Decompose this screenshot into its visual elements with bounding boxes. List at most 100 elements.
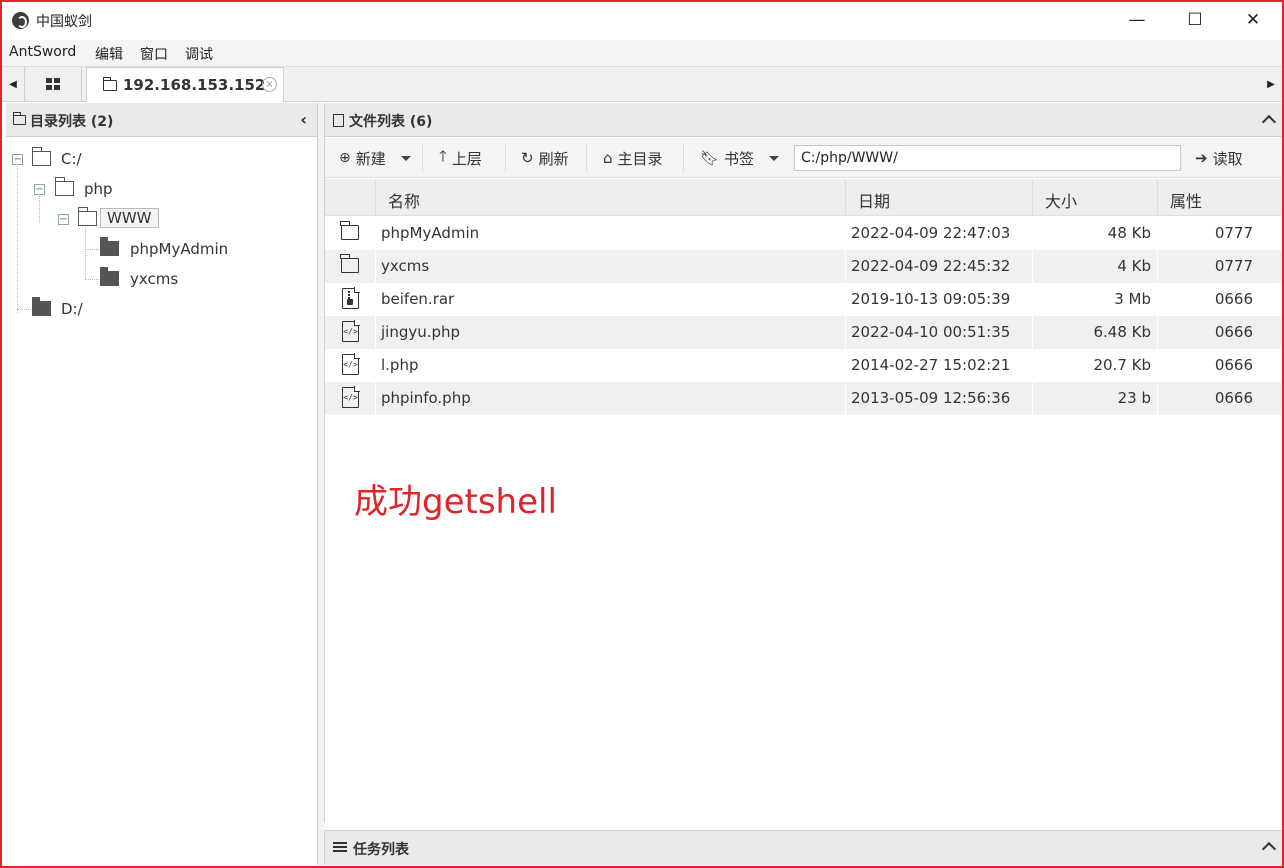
archive-file-icon xyxy=(342,287,360,309)
file-name: jingyu.php xyxy=(381,323,461,341)
file-list-panel: 文件列表 (6) ⊕ 新建 🡑 上层 ↻ 刷新 ⌂ 主目录 🔖︎ 书签 C:/p… xyxy=(324,103,1282,823)
annotation-text: 成功getshell xyxy=(354,482,557,522)
file-name: phpMyAdmin xyxy=(381,224,480,242)
arrow-up-icon: 🡑 xyxy=(439,146,447,165)
dashboard-icon xyxy=(46,78,60,90)
tab-label: 192.168.153.152 xyxy=(123,76,266,94)
refresh-button[interactable]: ↻ 刷新 xyxy=(521,146,569,170)
collapse-file-panel-icon[interactable] xyxy=(1261,114,1277,130)
folder-icon xyxy=(78,207,97,226)
read-button[interactable]: ➔ 读取 xyxy=(1195,146,1243,170)
file-date: 2013-05-09 12:56:36 xyxy=(851,389,1011,407)
window-title: 中国蚁剑 xyxy=(36,14,92,30)
menu-edit[interactable]: 编辑 xyxy=(95,44,123,64)
menu-window[interactable]: 窗口 xyxy=(140,44,168,64)
tab-shell-session[interactable]: 192.168.153.152 × xyxy=(86,67,284,102)
file-date: 2022-04-09 22:45:32 xyxy=(851,257,1011,275)
column-header-name[interactable]: 名称 xyxy=(375,179,845,216)
file-date: 2022-04-09 22:47:03 xyxy=(851,224,1011,242)
new-button[interactable]: ⊕ 新建 xyxy=(339,146,411,170)
chevron-down-icon xyxy=(400,155,411,161)
file-date: 2014-02-27 15:02:21 xyxy=(851,356,1011,374)
folder-icon xyxy=(32,297,51,316)
column-header-attr[interactable]: 属性 xyxy=(1157,179,1282,216)
tree-item-d-drive[interactable]: D:/ xyxy=(61,300,83,318)
task-list-panel[interactable]: 任务列表 xyxy=(324,830,1282,865)
minimize-button[interactable]: — xyxy=(1108,2,1166,38)
antsword-logo-icon xyxy=(12,12,29,29)
home-icon: ⌂ xyxy=(603,149,613,167)
file-panel-header: 文件列表 (6) xyxy=(325,103,1282,137)
file-attr: 0777 xyxy=(1214,257,1253,275)
table-row[interactable]: phpMyAdmin 2022-04-09 22:47:03 48 Kb 077… xyxy=(325,217,1282,250)
folder-icon xyxy=(32,147,51,166)
file-size: 3 Mb xyxy=(1114,290,1151,308)
code-file-icon: </> xyxy=(342,353,360,375)
plus-circle-icon: ⊕ xyxy=(339,150,351,166)
arrow-right-icon: ➔ xyxy=(1195,149,1208,167)
collapse-panel-icon[interactable]: ‹ xyxy=(300,110,307,129)
maximize-button[interactable]: ☐ xyxy=(1166,2,1224,38)
file-attr: 0666 xyxy=(1214,323,1253,341)
tree-item-phpmyadmin[interactable]: phpMyAdmin xyxy=(130,240,228,258)
tree-toggle-c[interactable]: − xyxy=(12,154,23,165)
folder-icon xyxy=(103,77,117,91)
expand-task-panel-icon[interactable] xyxy=(1261,841,1277,857)
tab-scroll-right-button[interactable]: ▶ xyxy=(1260,67,1282,101)
table-row[interactable]: </> phpinfo.php 2013-05-09 12:56:36 23 b… xyxy=(325,382,1282,415)
tree-toggle-php[interactable]: − xyxy=(34,184,45,195)
bookmark-icon: 🔖︎ xyxy=(700,149,720,167)
file-attr: 0666 xyxy=(1214,389,1253,407)
file-toolbar: ⊕ 新建 🡑 上层 ↻ 刷新 ⌂ 主目录 🔖︎ 书签 C:/php/WWW/ ➔… xyxy=(325,138,1282,178)
title-bar: 中国蚁剑 — ☐ ✕ xyxy=(2,2,1282,38)
directory-panel-header: 目录列表 (2) ‹ xyxy=(6,103,317,137)
table-row[interactable]: yxcms 2022-04-09 22:45:32 4 Kb 0777 xyxy=(325,250,1282,283)
document-icon xyxy=(333,114,344,127)
table-header: 名称 日期 大小 属性 xyxy=(325,179,1282,216)
folder-icon xyxy=(13,112,26,125)
path-input[interactable] xyxy=(794,145,1181,171)
close-window-button[interactable]: ✕ xyxy=(1224,2,1282,38)
home-directory-button[interactable]: ⌂ 主目录 xyxy=(603,146,663,170)
up-level-button[interactable]: 🡑 上层 xyxy=(439,146,482,170)
file-size: 6.48 Kb xyxy=(1093,323,1151,341)
column-header-size[interactable]: 大小 xyxy=(1032,179,1157,216)
menu-antsword[interactable]: AntSword xyxy=(9,44,76,60)
tree-item-c-drive[interactable]: C:/ xyxy=(61,150,82,168)
tree-item-php[interactable]: php xyxy=(84,180,113,198)
file-name: l.php xyxy=(381,356,419,374)
file-panel-title: 文件列表 (6) xyxy=(349,114,433,130)
folder-icon xyxy=(100,237,119,256)
menu-debug[interactable]: 调试 xyxy=(185,44,213,64)
tab-home[interactable] xyxy=(24,67,82,101)
tab-close-icon[interactable]: × xyxy=(262,77,277,92)
folder-icon xyxy=(100,267,119,286)
file-name: phpinfo.php xyxy=(381,389,471,407)
app-window: 中国蚁剑 — ☐ ✕ AntSword 编辑 窗口 调试 ◀ 192.168.1… xyxy=(0,0,1284,868)
directory-panel-title: 目录列表 (2) xyxy=(30,114,114,130)
table-row[interactable]: beifen.rar 2019-10-13 09:05:39 3 Mb 0666 xyxy=(325,283,1282,316)
table-row[interactable]: </> l.php 2014-02-27 15:02:21 20.7 Kb 06… xyxy=(325,349,1282,382)
task-list-title: 任务列表 xyxy=(353,842,409,858)
refresh-icon: ↻ xyxy=(521,149,534,167)
code-file-icon: </> xyxy=(342,386,360,408)
menu-bar: AntSword 编辑 窗口 调试 xyxy=(2,40,1282,66)
file-attr: 0666 xyxy=(1214,356,1253,374)
folder-icon xyxy=(340,221,359,240)
file-name: beifen.rar xyxy=(381,290,455,308)
file-size: 20.7 Kb xyxy=(1093,356,1151,374)
task-list-icon xyxy=(333,842,347,854)
file-attr: 0777 xyxy=(1214,224,1253,242)
table-row[interactable]: </> jingyu.php 2022-04-10 00:51:35 6.48 … xyxy=(325,316,1282,349)
tree-toggle-www[interactable]: − xyxy=(58,214,69,225)
bookmark-button[interactable]: 🔖︎ 书签 xyxy=(700,146,780,170)
column-header-date[interactable]: 日期 xyxy=(845,179,1032,216)
chevron-down-icon xyxy=(769,155,780,161)
tree-item-yxcms[interactable]: yxcms xyxy=(130,270,178,288)
file-name: yxcms xyxy=(381,257,430,275)
tab-scroll-left-button[interactable]: ◀ xyxy=(2,67,24,101)
tree-item-www[interactable]: WWW xyxy=(100,208,159,228)
directory-panel: 目录列表 (2) ‹ − C:/ − php − WWW phpMyAdmin … xyxy=(6,103,318,865)
file-size: 4 Kb xyxy=(1117,257,1151,275)
file-date: 2019-10-13 09:05:39 xyxy=(851,290,1011,308)
